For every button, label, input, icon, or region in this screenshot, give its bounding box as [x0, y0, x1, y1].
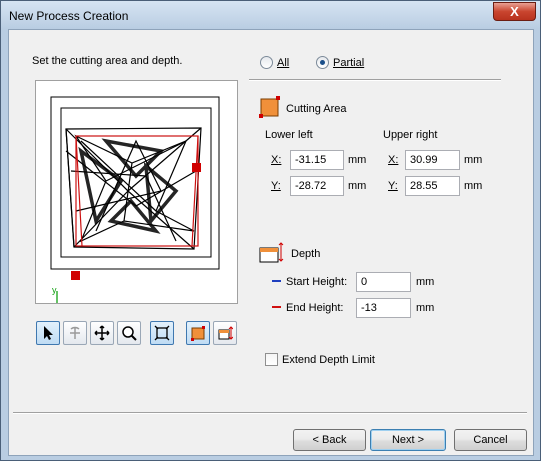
upper-right-y-label: Y: — [388, 180, 398, 192]
rotate-tool-button[interactable] — [63, 321, 87, 345]
toolpath-preview[interactable]: y x — [35, 80, 238, 315]
upper-right-y-field[interactable]: 28.55 — [405, 176, 460, 196]
toolpath-drawing: y x — [50, 96, 220, 315]
partial-radio[interactable] — [316, 56, 329, 69]
depth-tool-button[interactable] — [213, 321, 237, 345]
upper-right-x-label: X: — [388, 154, 399, 166]
cutting-area-icon — [191, 326, 205, 341]
start-height-unit: mm — [416, 276, 435, 288]
end-height-label: End Height: — [286, 302, 344, 314]
lower-left-x-unit: mm — [348, 154, 367, 166]
pan-icon — [94, 325, 110, 341]
lower-left-handle[interactable] — [71, 271, 80, 280]
upper-right-handle[interactable] — [192, 163, 201, 172]
close-button[interactable]: X — [493, 2, 536, 21]
lower-left-y-unit: mm — [348, 180, 367, 192]
start-height-indicator — [272, 280, 281, 282]
depth-title: Depth — [291, 248, 321, 260]
extend-depth-limit-label[interactable]: Extend Depth Limit — [282, 354, 375, 366]
start-height-label: Start Height: — [286, 276, 348, 288]
pan-tool-button[interactable] — [90, 321, 114, 345]
depth-section-icon — [259, 242, 284, 263]
lower-left-x-field[interactable]: -31.15 — [290, 150, 344, 170]
instruction-text: Set the cutting area and depth. — [32, 55, 183, 67]
cancel-button[interactable]: Cancel — [454, 429, 527, 451]
back-button[interactable]: < Back — [293, 429, 366, 451]
end-height-unit: mm — [416, 302, 435, 314]
partial-radio-label[interactable]: Partial — [333, 57, 364, 69]
upper-right-y-unit: mm — [464, 180, 483, 192]
dialog-window: New Process Creation X Set the cutting a… — [0, 0, 541, 461]
title-bar[interactable]: New Process Creation X — [1, 1, 540, 29]
svg-text:y: y — [52, 285, 57, 295]
dialog-body: Set the cutting area and depth. y All Pa… — [8, 29, 534, 456]
extend-depth-limit-checkbox[interactable] — [265, 353, 278, 366]
depth-icon — [218, 326, 233, 340]
cutting-area-title: Cutting Area — [286, 103, 347, 115]
rotate-icon — [70, 326, 80, 339]
zoom-icon — [122, 326, 137, 341]
separator-top — [249, 79, 501, 81]
end-height-field[interactable]: -13 — [356, 298, 411, 318]
separator-bottom — [13, 412, 527, 414]
lower-left-y-field[interactable]: -28.72 — [290, 176, 344, 196]
upper-right-x-field[interactable]: 30.99 — [405, 150, 460, 170]
lower-left-y-label: Y: — [271, 180, 281, 192]
fit-view-tool-button[interactable] — [150, 321, 174, 345]
all-radio-label[interactable]: All — [277, 57, 289, 69]
select-tool-button[interactable] — [36, 321, 60, 345]
all-radio[interactable] — [260, 56, 273, 69]
lower-left-x-label: X: — [271, 154, 282, 166]
upper-right-x-unit: mm — [464, 154, 483, 166]
next-button[interactable]: Next > — [370, 429, 446, 451]
upper-right-label: Upper right — [383, 129, 438, 141]
cutting-area-section-icon — [259, 96, 280, 118]
cutting-area-tool-button[interactable] — [186, 321, 210, 345]
fit-view-icon — [154, 325, 170, 341]
lower-left-label: Lower left — [265, 129, 313, 141]
zoom-tool-button[interactable] — [117, 321, 141, 345]
select-arrow-icon — [44, 326, 53, 340]
start-height-field[interactable]: 0 — [356, 272, 411, 292]
window-title: New Process Creation — [9, 9, 129, 23]
end-height-indicator — [272, 306, 281, 308]
